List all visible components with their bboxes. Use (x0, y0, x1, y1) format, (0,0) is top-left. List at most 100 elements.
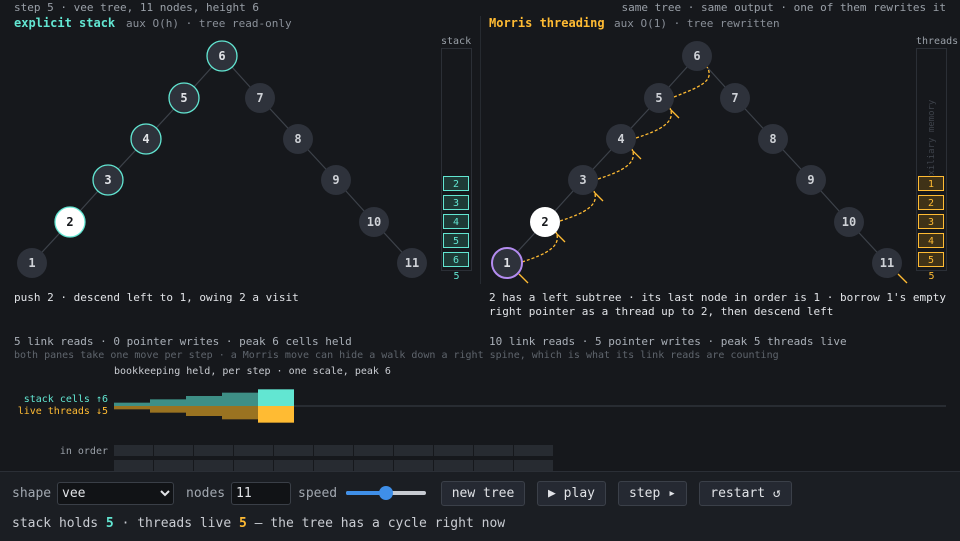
left-node-11: 11 (397, 248, 427, 278)
speed-slider[interactable] (346, 485, 426, 501)
right-tree: 6 5 7 4 8 3 9 2 10 1 11 (491, 41, 908, 284)
bookkeeping-chart (114, 389, 946, 423)
stack-bar (114, 402, 150, 406)
left-stats: 5 link reads · 0 pointer writes · peak 6… (14, 335, 352, 348)
svg-text:4: 4 (617, 132, 624, 146)
inorder-cell (354, 460, 393, 471)
thread-bar (186, 406, 222, 416)
thread-cell: 2 (918, 195, 944, 210)
right-node-2-current: 2 (530, 207, 560, 237)
restart-button[interactable]: restart ↺ (699, 481, 792, 506)
right-node-11: 11 (872, 248, 902, 278)
stack-cell: 2 (443, 176, 469, 191)
bookkeeping-title: bookkeeping held, per step · one scale, … (114, 366, 391, 377)
right-stats: 10 link reads · 5 pointer writes · peak … (489, 335, 847, 348)
stack-bar (150, 399, 186, 406)
threads-panel-label: threads (916, 36, 959, 47)
footer-note: both panes take one move per step · a Mo… (14, 350, 779, 361)
svg-text:4: 4 (142, 132, 149, 146)
svg-text:11: 11 (880, 256, 894, 270)
left-node-6: 6 (206, 40, 238, 72)
svg-text:7: 7 (256, 91, 263, 105)
stack-bar (222, 392, 258, 406)
svg-text:1: 1 (28, 256, 35, 270)
stack-cell: 6 (443, 252, 469, 267)
right-node-10: 10 (834, 207, 864, 237)
svg-text:3: 3 (104, 173, 111, 187)
inorder-cell (514, 445, 553, 456)
thread-cells: 1 2 3 4 5 (918, 176, 944, 271)
svg-text:6: 6 (218, 49, 225, 63)
status-prefix: stack holds (12, 516, 99, 531)
inorder-cell (394, 445, 433, 456)
shape-label: shape (12, 486, 52, 501)
step-button[interactable]: step ▸ (618, 481, 687, 506)
right-step-message: 2 has a left subtree · its last node in … (489, 291, 946, 318)
thread-cell: 4 (918, 233, 944, 248)
play-button[interactable]: ▶ play (537, 481, 606, 506)
stack-cell: 5 (443, 233, 469, 248)
thread-bar (258, 406, 294, 423)
inorder-cell (274, 445, 313, 456)
thread-count: 5 (928, 271, 935, 282)
inorder-cell (394, 460, 433, 471)
inorder-cell (234, 460, 273, 471)
right-pane-subtitle: aux O(1) · tree rewritten (614, 17, 780, 30)
thread-cell: 3 (918, 214, 944, 229)
svg-text:2: 2 (66, 215, 73, 229)
svg-text:1: 1 (503, 256, 510, 270)
svg-text:2: 2 (541, 215, 548, 229)
right-node-6: 6 (682, 41, 712, 71)
svg-text:5: 5 (655, 91, 662, 105)
inorder-cell (434, 445, 473, 456)
right-node-3: 3 (568, 165, 598, 195)
svg-text:5: 5 (180, 91, 187, 105)
thread-bar (114, 406, 150, 410)
left-step-message: push 2 · descend left to 1, owing 2 a vi… (14, 291, 299, 304)
svg-text:3: 3 (579, 173, 586, 187)
right-pane-title: Morris threading (489, 16, 605, 30)
inorder-cell (114, 445, 153, 456)
inorder-cell (354, 445, 393, 456)
left-node-3: 3 (92, 164, 124, 196)
status-line: stack holds 5 · threads live 5 — the tre… (12, 516, 505, 531)
step-info: step 5 · vee tree, 11 nodes, height 6 (14, 1, 260, 14)
inorder-cell (114, 460, 153, 471)
inorder-cell (234, 445, 273, 456)
control-bar: shape vee nodes speed new tree ▶ play st… (0, 471, 960, 541)
speed-label: speed (298, 486, 338, 501)
svg-text:11: 11 (405, 256, 419, 270)
shape-select[interactable]: vee (57, 482, 174, 505)
stack-cells: 2 3 4 5 6 (443, 176, 469, 271)
left-node-9: 9 (321, 165, 351, 195)
inorder-cell (154, 460, 193, 471)
stack-count: 5 (453, 271, 460, 282)
left-node-5: 5 (168, 82, 200, 114)
status-middle: · threads live (121, 516, 232, 531)
stack-cell: 4 (443, 214, 469, 229)
nodes-label: nodes (186, 486, 226, 501)
svg-text:9: 9 (332, 173, 339, 187)
header-tagline: same tree · same output · one of them re… (621, 1, 946, 14)
status-suffix: — the tree has a cycle right now (254, 516, 506, 531)
inorder-cell (514, 460, 553, 471)
new-tree-button[interactable]: new tree (441, 481, 525, 506)
inorder-cell (314, 445, 353, 456)
right-node-8: 8 (758, 124, 788, 154)
left-node-1: 1 (17, 248, 47, 278)
inorder-label: in order (59, 446, 108, 457)
right-node-5: 5 (644, 83, 674, 113)
stack-bar (186, 396, 222, 406)
speed-thumb[interactable] (379, 486, 393, 500)
inorder-cell (194, 445, 233, 456)
svg-text:8: 8 (769, 132, 776, 146)
right-node-9: 9 (796, 165, 826, 195)
left-pane-title: explicit stack (14, 16, 116, 30)
stack-panel-label: stack (441, 36, 472, 47)
inorder-cell (154, 445, 193, 456)
status-stack-count: 5 (105, 516, 114, 531)
nodes-input[interactable] (231, 482, 291, 505)
left-node-2-current: 2 (54, 206, 86, 238)
left-node-8: 8 (283, 124, 313, 154)
svg-text:8: 8 (294, 132, 301, 146)
